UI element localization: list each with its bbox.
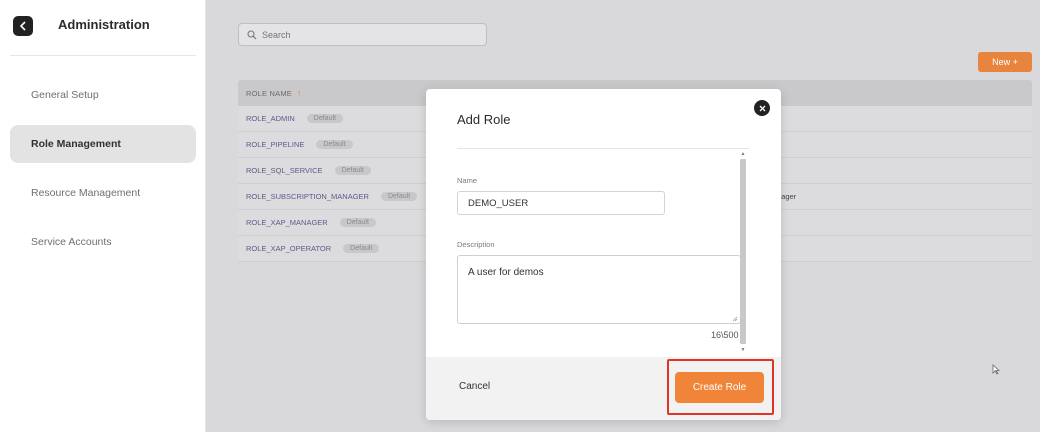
back-button[interactable] xyxy=(13,16,33,36)
search-input[interactable] xyxy=(262,29,462,40)
scroll-down-icon[interactable]: ▼ xyxy=(739,347,747,353)
sidebar: Administration General Setup Role Manage… xyxy=(0,0,206,432)
role-name: ROLE_ADMIN xyxy=(246,114,295,123)
role-name: ROLE_SUBSCRIPTION_MANAGER xyxy=(246,192,369,201)
new-role-button[interactable]: New + xyxy=(978,52,1032,72)
role-name: ROLE_XAP_OPERATOR xyxy=(246,244,332,253)
sort-arrow-icon: ↑ xyxy=(296,88,302,98)
modal-footer: Cancel Create Role xyxy=(426,357,781,420)
resize-handle-icon[interactable] xyxy=(732,316,738,322)
cancel-button[interactable]: Cancel xyxy=(459,381,490,392)
sidebar-item-general-setup[interactable]: General Setup xyxy=(10,76,196,114)
chevron-left-icon xyxy=(19,21,26,31)
character-counter: 16\500 xyxy=(711,330,739,340)
description-label: Description xyxy=(457,240,495,249)
column-header-role-name[interactable]: ROLE NAME xyxy=(246,89,292,98)
default-badge: Default xyxy=(334,166,371,175)
sidebar-divider xyxy=(10,55,196,56)
name-field[interactable]: DEMO_USER xyxy=(457,191,665,215)
modal-scrollbar[interactable]: ▲ ▼ xyxy=(739,151,747,356)
sidebar-item-service-accounts[interactable]: Service Accounts xyxy=(10,223,196,261)
mouse-cursor-icon xyxy=(992,364,1000,375)
default-badge: Default xyxy=(380,192,418,201)
modal-divider xyxy=(457,148,749,149)
role-name: ROLE_SQL_SERVICE xyxy=(246,166,323,175)
role-name: ROLE_PIPELINE xyxy=(246,140,305,149)
close-icon xyxy=(759,105,765,111)
default-badge: Default xyxy=(343,244,380,253)
sidebar-item-resource-management[interactable]: Resource Management xyxy=(10,174,196,212)
default-badge: Default xyxy=(339,218,376,227)
description-field[interactable]: A user for demos xyxy=(457,255,741,324)
modal-title: Add Role xyxy=(457,112,511,127)
default-badge: Default xyxy=(306,114,343,123)
sidebar-item-role-management[interactable]: Role Management xyxy=(10,125,196,163)
add-role-modal: Add Role Name DEMO_USER Description A us… xyxy=(426,89,781,420)
scroll-up-icon[interactable]: ▲ xyxy=(739,151,747,157)
close-button[interactable] xyxy=(754,100,770,116)
search-icon xyxy=(247,29,257,39)
search-box[interactable] xyxy=(238,23,487,46)
app-title: Administration xyxy=(58,17,150,32)
default-badge: Default xyxy=(316,140,353,149)
scrollbar-thumb[interactable] xyxy=(740,159,746,344)
description-text: A user for demos xyxy=(468,267,544,278)
name-label: Name xyxy=(457,176,478,185)
role-name: ROLE_XAP_MANAGER xyxy=(246,218,328,227)
create-role-button[interactable]: Create Role xyxy=(675,372,764,403)
